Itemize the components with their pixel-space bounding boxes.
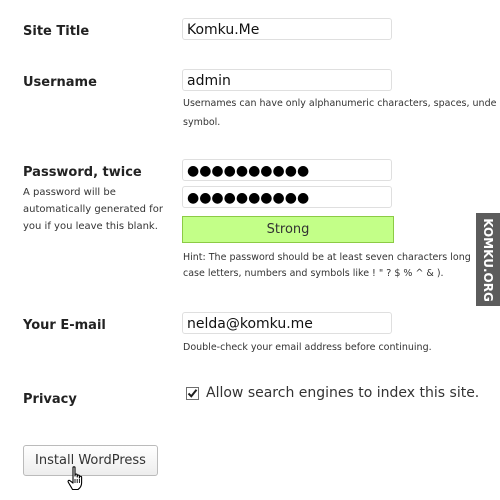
- password-strength-indicator: Strong: [182, 216, 394, 243]
- password-hint-text-cont: case letters, numbers and symbols like !…: [183, 268, 444, 279]
- username-help-text: Usernames can have only alphanumeric cha…: [183, 98, 497, 109]
- privacy-label: Privacy: [23, 392, 77, 407]
- watermark-tab: KOMKU.ORG: [476, 213, 500, 306]
- privacy-checkbox[interactable]: [186, 387, 199, 400]
- username-input[interactable]: admin: [182, 69, 392, 91]
- password-input[interactable]: ●●●●●●●●●●: [182, 159, 392, 181]
- email-label: Your E-mail: [23, 318, 106, 333]
- password-note-3: you if you leave this blank.: [23, 221, 158, 232]
- site-title-input[interactable]: Komku.Me: [182, 18, 392, 40]
- email-help-text: Double-check your email address before c…: [183, 342, 432, 353]
- site-title-label: Site Title: [23, 24, 90, 39]
- username-label: Username: [23, 75, 97, 90]
- watermark-text: KOMKU.ORG: [481, 217, 495, 302]
- privacy-checkbox-label[interactable]: Allow search engines to index this site.: [206, 385, 479, 401]
- email-input[interactable]: nelda@komku.me: [182, 312, 392, 334]
- password-confirm-masked-value: ●●●●●●●●●●: [187, 190, 310, 206]
- password-note-1: A password will be: [23, 187, 116, 198]
- password-label: Password, twice: [23, 165, 142, 180]
- password-masked-value: ●●●●●●●●●●: [187, 163, 310, 179]
- install-wordpress-button[interactable]: Install WordPress: [23, 445, 158, 476]
- install-form: Site Title Komku.Me Username admin Usern…: [0, 0, 500, 500]
- username-help-text-cont: symbol.: [183, 117, 221, 128]
- hand-pointer-icon: [67, 466, 83, 491]
- password-confirm-input[interactable]: ●●●●●●●●●●: [182, 186, 392, 208]
- checkmark-icon: [187, 389, 198, 398]
- password-note-2: automatically generated for: [23, 204, 163, 215]
